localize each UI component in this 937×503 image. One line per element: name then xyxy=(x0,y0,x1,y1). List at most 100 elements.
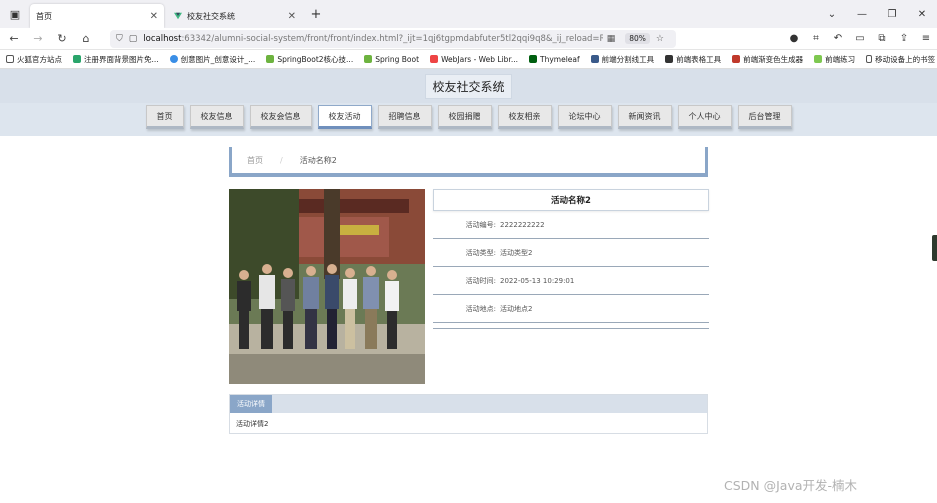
nav-alumni-info[interactable]: 校友信息 xyxy=(189,105,244,129)
site-icon xyxy=(665,55,674,63)
bookmark-label: 前端练习 xyxy=(825,54,856,64)
field-value: 活动类型2 xyxy=(500,248,533,257)
close-window-icon[interactable]: ✕ xyxy=(907,9,937,20)
bookmark-label: SpringBoot2核心技... xyxy=(277,54,354,64)
bookmark-item[interactable]: 注册界面背景图片免... xyxy=(73,54,159,65)
restore-icon[interactable]: ❐ xyxy=(877,9,907,20)
activity-photo xyxy=(229,189,425,384)
breadcrumb-current: 活动名称2 xyxy=(299,155,337,165)
home-icon[interactable]: ⌂ xyxy=(76,32,96,45)
activity-detail: 活动详情 活动详情2 xyxy=(229,394,708,434)
url-bar[interactable]: ⛉ ▢ localhost :63342/alumni-social-syste… xyxy=(110,29,676,48)
bookmark-item[interactable]: 前端表格工具 xyxy=(665,54,721,65)
bookmark-item[interactable]: 火狐官方站点 xyxy=(6,54,62,65)
field-value: 2222222222 xyxy=(500,220,545,229)
tab-title: 校友社交系统 xyxy=(187,11,235,21)
back-icon[interactable]: ← xyxy=(4,32,24,45)
activity-title: 活动名称2 xyxy=(433,189,709,211)
thymeleaf-icon xyxy=(529,55,537,63)
bookmark-label: 前端表格工具 xyxy=(676,54,722,64)
nav-personal-center[interactable]: 个人中心 xyxy=(677,105,732,129)
forward-icon[interactable]: → xyxy=(28,32,48,45)
mobile-icon xyxy=(866,55,873,63)
url-path: :63342/alumni-social-system/front/front/… xyxy=(181,33,603,44)
bookmark-item[interactable]: Thymeleaf xyxy=(529,55,580,64)
account-icon[interactable]: ● xyxy=(783,33,805,44)
bookmark-item[interactable]: 前端分割线工具 xyxy=(590,54,654,65)
bookmark-item[interactable]: SpringBoot2核心技... xyxy=(266,54,353,65)
bookmark-item[interactable]: 前端渐变色生成器 xyxy=(732,54,803,65)
main-nav: 首页 校友信息 校友会信息 校友活动 招聘信息 校园捐赠 校友相亲 论坛中心 新… xyxy=(0,103,937,136)
site-title: 校友社交系统 xyxy=(425,73,512,99)
folder-icon xyxy=(6,55,14,63)
site-header: 校友社交系统 xyxy=(0,69,937,103)
nav-recruitment[interactable]: 招聘信息 xyxy=(377,105,432,129)
qr-icon[interactable]: ▦ xyxy=(607,34,616,44)
reload-icon[interactable]: ↻ xyxy=(52,32,72,45)
shield-icon[interactable]: ⛉ xyxy=(116,34,123,44)
breadcrumb-home[interactable]: 首页 xyxy=(247,155,263,166)
side-panel-handle[interactable] xyxy=(932,235,937,261)
menu-icon[interactable]: ≡ xyxy=(915,33,937,44)
crop-icon[interactable]: ⌗ xyxy=(805,33,827,44)
bookmark-label: 移动设备上的书签 xyxy=(875,54,936,64)
breadcrumb: 首页 / 活动名称2 xyxy=(229,147,708,177)
bookmark-label: 火狐官方站点 xyxy=(17,54,62,64)
site-icon xyxy=(814,55,823,63)
share-icon[interactable]: ⇪ xyxy=(893,33,915,44)
browser-tab-inactive[interactable]: 校友社交系统 ✕ xyxy=(168,4,302,28)
chevron-down-icon[interactable]: ⌄ xyxy=(817,9,847,20)
field-label: 活动类型: xyxy=(465,248,496,257)
detail-tab-bar: 活动详情 xyxy=(230,395,707,413)
browser-nav-bar: ← → ↻ ⌂ ⛉ ▢ localhost :63342/alumni-soci… xyxy=(0,28,937,50)
field-value: 2022-05-13 10:29:01 xyxy=(500,276,575,285)
bookmark-star-icon[interactable]: ☆ xyxy=(656,34,664,44)
info-row-id: 活动编号: 2222222222 xyxy=(433,211,709,239)
minimize-icon[interactable]: — xyxy=(847,9,877,20)
site-icon xyxy=(590,55,599,63)
bookmark-item[interactable]: 前端练习 xyxy=(814,54,855,65)
bookmarks-bar: 火狐官方站点 注册界面背景图片免... 创意图片_创意设计_... Spring… xyxy=(0,50,937,69)
extension-icon[interactable]: ▭ xyxy=(849,33,871,44)
nav-forum[interactable]: 论坛中心 xyxy=(557,105,612,129)
bookmark-label: Spring Boot xyxy=(375,54,420,64)
zoom-level[interactable]: 80% xyxy=(625,33,650,44)
nav-alumni-association[interactable]: 校友会信息 xyxy=(249,105,312,129)
nav-admin[interactable]: 后台管理 xyxy=(737,105,792,129)
tab-activity-detail[interactable]: 活动详情 xyxy=(230,395,272,413)
info-row-type: 活动类型: 活动类型2 xyxy=(433,239,709,267)
tab-list-icon[interactable]: ▣ xyxy=(4,3,26,25)
bookmark-label: Thymeleaf xyxy=(540,54,580,64)
close-icon[interactable]: ✕ xyxy=(288,11,296,22)
mobile-bookmarks[interactable]: 移动设备上的书签 xyxy=(866,54,935,65)
nav-dating[interactable]: 校友相亲 xyxy=(497,105,552,129)
field-label: 活动地点: xyxy=(465,304,496,313)
bookmark-item[interactable]: 创意图片_创意设计_... xyxy=(169,54,256,65)
undo-icon[interactable]: ↶ xyxy=(827,33,849,44)
nav-donation[interactable]: 校园捐赠 xyxy=(437,105,492,129)
browser-tab-active[interactable]: 首页 ✕ xyxy=(30,4,164,28)
bookmark-item[interactable]: WebJars - Web Libr... xyxy=(430,55,518,64)
bookmark-label: 注册界面背景图片免... xyxy=(84,54,159,64)
field-value: 活动地点2 xyxy=(500,304,533,313)
leaf-icon xyxy=(364,55,373,63)
bookmark-label: 创意图片_创意设计_... xyxy=(180,54,256,64)
leaf-icon xyxy=(266,55,275,63)
nav-alumni-activities[interactable]: 校友活动 xyxy=(317,105,372,129)
nav-home[interactable]: 首页 xyxy=(145,105,184,129)
field-label: 活动时间: xyxy=(465,276,496,285)
bookmark-item[interactable]: Spring Boot xyxy=(364,55,419,64)
page-icon[interactable]: ▢ xyxy=(129,34,138,44)
detail-content: 活动详情2 xyxy=(236,420,269,428)
field-label: 活动编号: xyxy=(465,220,496,229)
site-icon xyxy=(73,55,81,63)
page: 校友社交系统 首页 校友信息 校友会信息 校友活动 招聘信息 校园捐赠 校友相亲… xyxy=(0,69,937,503)
webjars-icon xyxy=(430,55,439,63)
site-icon xyxy=(732,55,741,63)
new-tab-icon[interactable]: + xyxy=(306,3,326,25)
tab-title: 首页 xyxy=(36,11,52,21)
puzzle-icon[interactable]: ⧉ xyxy=(871,33,893,44)
close-icon[interactable]: ✕ xyxy=(150,11,158,22)
nav-news[interactable]: 新闻资讯 xyxy=(617,105,672,129)
info-row-location: 活动地点: 活动地点2 xyxy=(433,295,709,323)
